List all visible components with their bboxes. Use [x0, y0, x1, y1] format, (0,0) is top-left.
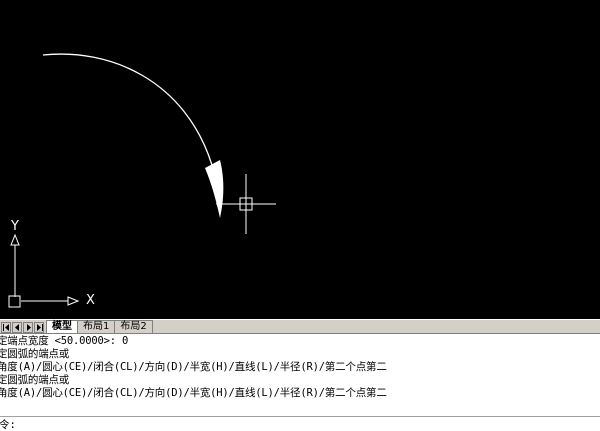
ucs-y-label: Y	[11, 219, 19, 234]
ucs-icon	[8, 233, 80, 308]
autocad-window: Y X 模型 布局1 布局2 定端点宽度 <50.0000>: 0 定圆弧的端点…	[0, 0, 600, 431]
command-history-line: 角度(A)/圆心(CE)/闭合(CL)/方向(D)/半宽(H)/直线(L)/半径…	[0, 387, 387, 399]
tab-layout1[interactable]: 布局1	[77, 320, 116, 333]
drawing-canvas[interactable]: Y X	[0, 0, 600, 319]
command-history-line: 定圆弧的端点或	[0, 374, 70, 386]
tab-model[interactable]: 模型	[46, 320, 78, 333]
layout-tab-bar: 模型 布局1 布局2	[0, 319, 600, 333]
command-input-row: 令:	[0, 416, 600, 431]
command-prompt: 令:	[0, 419, 16, 431]
crosshair-pickbox-icon	[216, 174, 276, 234]
ucs-x-label: X	[86, 293, 95, 308]
command-history-line: 角度(A)/圆心(CE)/闭合(CL)/方向(D)/半宽(H)/直线(L)/半径…	[0, 361, 387, 373]
polyline-arc-tapered-segment[interactable]	[205, 160, 224, 218]
polyline-arc[interactable]	[42, 53, 213, 166]
drawing-svg	[8, 53, 276, 308]
command-window: 定端点宽度 <50.0000>: 0 定圆弧的端点或 角度(A)/圆心(CE)/…	[0, 333, 600, 431]
command-history-scroll-area[interactable]	[472, 334, 600, 416]
tab-bar-spacer	[153, 321, 600, 333]
prev-tab-icon[interactable]	[12, 322, 22, 333]
command-history: 定端点宽度 <50.0000>: 0 定圆弧的端点或 角度(A)/圆心(CE)/…	[0, 335, 472, 415]
next-tab-icon[interactable]	[23, 322, 33, 333]
command-input[interactable]	[15, 418, 154, 431]
last-tab-icon[interactable]	[34, 322, 44, 333]
command-history-line: 定圆弧的端点或	[0, 348, 70, 360]
command-history-line: 定端点宽度 <50.0000>: 0	[0, 335, 129, 347]
tab-layout2[interactable]: 布局2	[114, 320, 153, 333]
first-tab-icon[interactable]	[1, 322, 11, 333]
